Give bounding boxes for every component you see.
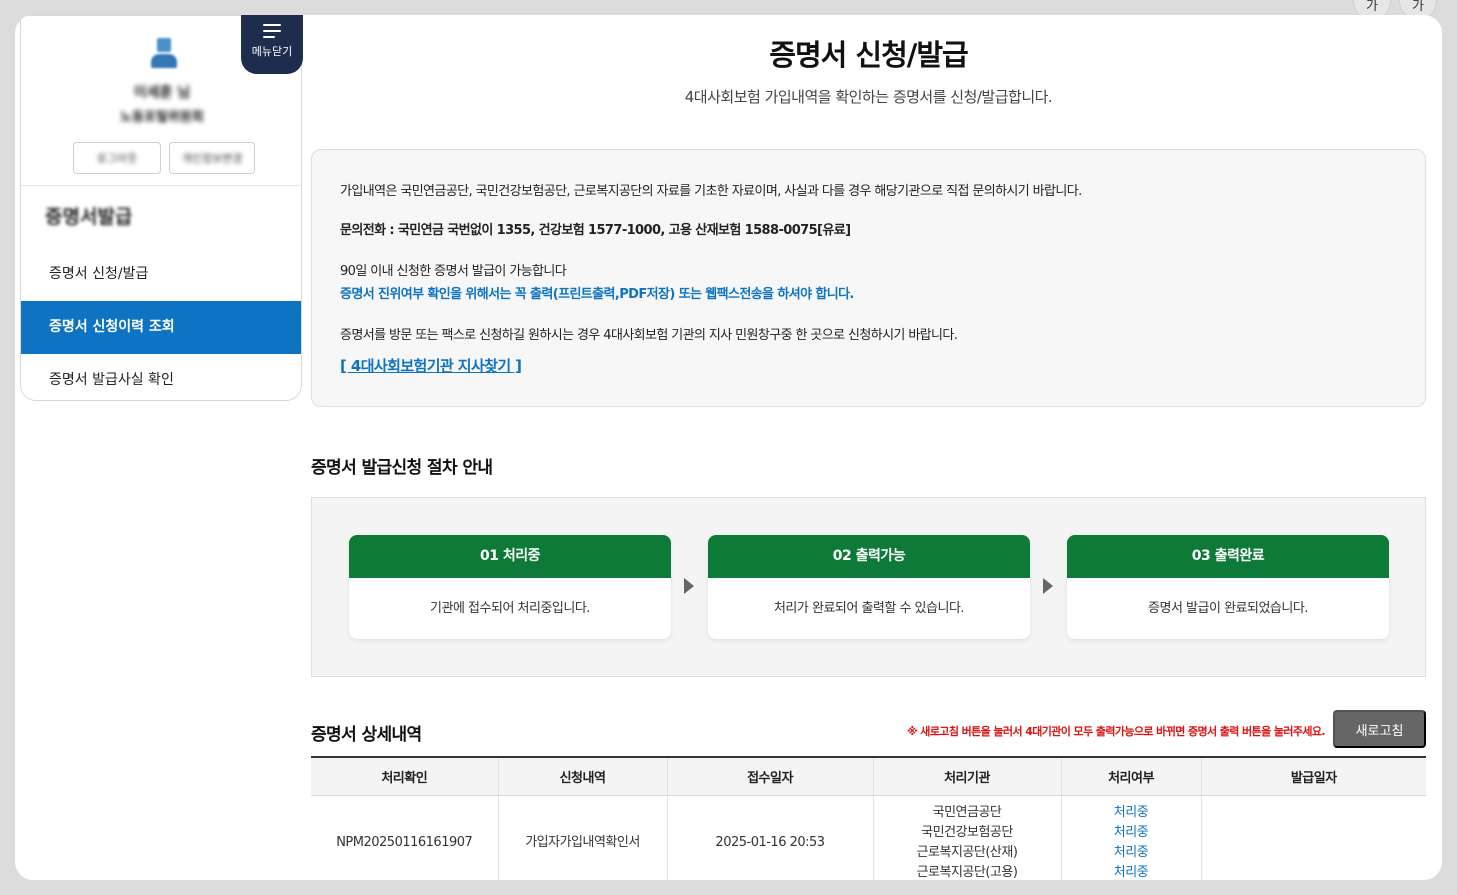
status-cell: 처리중 처리중 처리중 처리중 xyxy=(1061,795,1202,880)
menu-close-label: 메뉴닫기 xyxy=(251,45,293,58)
main-panel: 이세훈 님 노동포털위원회 로그아웃 개인정보변경 증명서발급 증명서 신청/발… xyxy=(15,15,1442,880)
status-label: 처리중 xyxy=(1113,845,1149,861)
received-date: 2025-01-16 20:53 xyxy=(667,795,874,880)
step-desc: 기관에 접수되어 처리중입니다. xyxy=(430,601,590,616)
step-title: 03 출력완료 xyxy=(1067,535,1389,578)
sidebar-title: 증명서발급 xyxy=(45,206,133,228)
branch-finder-link[interactable]: [ 4대사회보험기관 지사찾기 ] xyxy=(340,357,522,375)
agency-name: 근로복지공단(산재) xyxy=(916,845,1018,861)
notice-line: 증명서를 방문 또는 팩스로 신청하길 원하시는 경우 4대사회보험 기관의 지… xyxy=(340,328,958,343)
page-subtitle: 4대사회보험 가입내역을 확인하는 증명서를 신청/발급합니다. xyxy=(684,88,1053,106)
column-header: 접수일자 xyxy=(667,757,874,796)
sidebar-item-verify[interactable]: 증명서 발급사실 확인 xyxy=(21,354,301,407)
agency-name: 국민연금공단 xyxy=(932,805,1002,821)
step-title: 02 출력가능 xyxy=(708,535,1030,578)
column-header: 처리확인 xyxy=(311,757,499,796)
notice-line: 가입내역은 국민연금공단, 국민건강보험공단, 근로복지공단의 자료를 기초한 … xyxy=(340,184,1082,199)
arrow-right-icon xyxy=(684,578,694,594)
request-id: NPM20250116161907 xyxy=(311,795,499,880)
steps-box: 01 처리중 기관에 접수되어 처리중입니다. 02 출력가능 처리가 완료되어… xyxy=(311,497,1426,677)
column-header: 신청내역 xyxy=(498,757,668,796)
content: 증명서 신청/발급 4대사회보험 가입내역을 확인하는 증명서를 신청/발급합니… xyxy=(311,15,1426,880)
detail-table: 처리확인 신청내역 접수일자 처리기관 처리여부 발급일자 NPM2025011… xyxy=(311,756,1426,880)
status-label: 처리중 xyxy=(1113,805,1149,821)
step-card: 01 처리중 기관에 접수되어 처리중입니다. xyxy=(349,535,671,639)
notice-box: 가입내역은 국민연금공단, 국민건강보험공단, 근로복지공단의 자료를 기초한 … xyxy=(311,149,1426,407)
step-desc: 처리가 완료되어 출력할 수 있습니다. xyxy=(773,601,965,616)
step-card: 02 출력가능 처리가 완료되어 출력할 수 있습니다. xyxy=(708,535,1030,639)
detail-header: 증명서 상세내역 ※ 새로고침 버튼을 눌러서 4대기관이 모두 출력가능으로 … xyxy=(311,710,1426,750)
steps-title: 증명서 발급신청 절차 안내 xyxy=(311,458,493,478)
step-card: 03 출력완료 증명서 발급이 완료되었습니다. xyxy=(1067,535,1389,639)
arrow-right-icon xyxy=(1043,578,1053,594)
notice-line: 90일 이내 신청한 증명서 발급이 가능합니다 xyxy=(340,264,567,279)
edit-profile-button[interactable]: 개인정보변경 xyxy=(169,142,255,174)
page-title: 증명서 신청/발급 xyxy=(769,38,968,72)
sidebar-item-apply[interactable]: 증명서 신청/발급 xyxy=(21,248,301,301)
menu-close-button[interactable]: 메뉴닫기 xyxy=(241,15,303,74)
user-avatar-icon xyxy=(149,38,179,72)
notice-contact: 문의전화 : 국민연금 국번없이 1355, 건강보험 1577-1000, 고… xyxy=(340,223,851,238)
status-label: 처리중 xyxy=(1113,865,1149,880)
column-header: 처리기관 xyxy=(873,757,1062,796)
refresh-warning: ※ 새로고침 버튼을 눌러서 4대기관이 모두 출력가능으로 바뀌면 증명서 출… xyxy=(906,725,1326,738)
step-title: 01 처리중 xyxy=(349,535,671,578)
sidebar-item-history[interactable]: 증명서 신청이력 조회 xyxy=(21,301,301,354)
column-header: 처리여부 xyxy=(1061,757,1202,796)
table-row: NPM20250116161907 가입자가입내역확인서 2025-01-16 … xyxy=(311,795,1426,880)
table-header-row: 처리확인 신청내역 접수일자 처리기관 처리여부 발급일자 xyxy=(311,757,1426,796)
agencies-cell: 국민연금공단 국민건강보험공단 근로복지공단(산재) 근로복지공단(고용) xyxy=(873,795,1062,880)
agency-name: 국민건강보험공단 xyxy=(921,825,1013,841)
column-header: 발급일자 xyxy=(1201,757,1426,796)
notice-highlight: 증명서 진위여부 확인을 위해서는 꼭 출력(프린트출력,PDF저장) 또는 웹… xyxy=(340,287,854,302)
status-label: 처리중 xyxy=(1113,825,1149,841)
request-type: 가입자가입내역확인서 xyxy=(498,795,668,880)
user-name: 이세훈 님 xyxy=(133,85,191,101)
refresh-button[interactable]: 새로고침 xyxy=(1333,710,1426,748)
step-desc: 증명서 발급이 완료되었습니다. xyxy=(1148,601,1308,616)
agency-name: 근로복지공단(고용) xyxy=(916,865,1018,880)
detail-title: 증명서 상세내역 xyxy=(311,725,422,745)
logout-button[interactable]: 로그아웃 xyxy=(73,142,161,174)
menu-icon xyxy=(263,24,281,38)
issue-date xyxy=(1201,795,1426,880)
user-org: 노동포털위원회 xyxy=(120,110,204,125)
